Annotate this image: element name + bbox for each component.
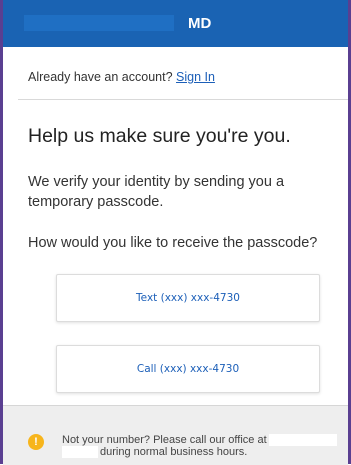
sign-in-row: Already have an account? Sign In [28,70,215,85]
redacted-practice-name [24,15,174,31]
divider [18,99,348,100]
account-prompt: Already have an account? [28,70,173,84]
header-bar: MD [3,0,348,47]
sign-in-link[interactable]: Sign In [176,70,215,84]
page-heading: Help us make sure you're you. [28,125,291,147]
header-title: MD [188,15,212,32]
notice-text-before: Not your number? Please call our office … [62,434,267,446]
redacted-phone [268,434,337,447]
explanation-text: We verify your identity by sending you a… [28,174,285,210]
info-icon: ! [28,434,44,450]
redacted-text [62,446,98,459]
notice-text-after: during normal business hours. [100,446,248,459]
passcode-question: How would you like to receive the passco… [28,235,318,251]
notice-text: Not your number? Please call our office … [62,434,347,459]
call-passcode-button[interactable]: Call (xxx) xxx-4730 [56,345,320,393]
text-passcode-button[interactable]: Text (xxx) xxx-4730 [56,274,320,322]
